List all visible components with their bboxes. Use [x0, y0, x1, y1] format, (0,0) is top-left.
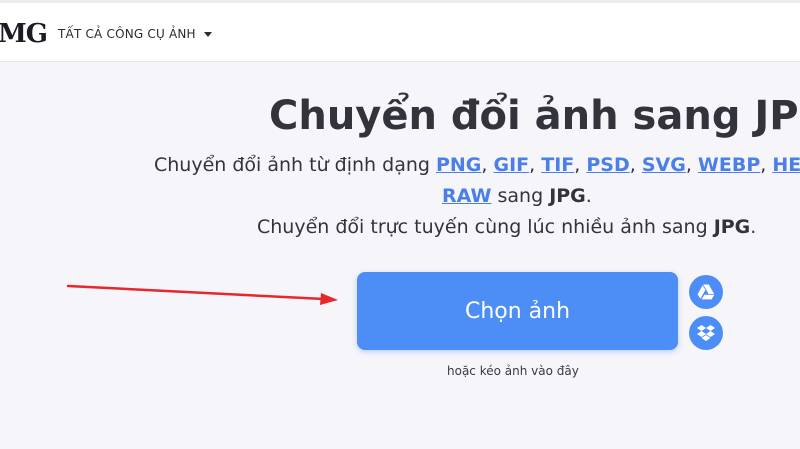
- format-link-raw[interactable]: RAW: [442, 185, 491, 207]
- dropbox-button[interactable]: [689, 316, 723, 350]
- description-prefix: Chuyển đổi ảnh từ định dạng: [154, 154, 436, 176]
- description-period: .: [585, 185, 592, 207]
- site-logo[interactable]: MG: [0, 21, 48, 47]
- format-link-webp[interactable]: WEBP: [698, 154, 760, 176]
- description-line-3: Chuyển đổi trực tuyến cùng lúc nhiều ảnh…: [257, 215, 756, 239]
- google-drive-icon: [697, 284, 715, 300]
- drag-drop-hint: hoặc kéo ảnh vào đây: [447, 364, 579, 378]
- caret-down-icon: [203, 31, 212, 37]
- format-link-heic[interactable]: HE: [772, 154, 800, 176]
- format-link-svg[interactable]: SVG: [642, 154, 686, 176]
- choose-image-button[interactable]: Chọn ảnh: [357, 272, 678, 350]
- top-navigation-bar: MG TẤT CẢ CÔNG CỤ ẢNH: [0, 0, 800, 62]
- dropbox-icon: [697, 324, 715, 341]
- format-link-psd[interactable]: PSD: [586, 154, 629, 176]
- all-tools-dropdown[interactable]: TẤT CẢ CÔNG CỤ ẢNH: [58, 27, 212, 41]
- google-drive-button[interactable]: [689, 275, 723, 309]
- description-line-1: Chuyển đổi ảnh từ định dạng PNG, GIF, TI…: [154, 154, 800, 176]
- description-line-2: RAW sang JPG.: [442, 184, 592, 208]
- target-format-jpg: JPG: [549, 185, 586, 207]
- page-title: Chuyển đổi ảnh sang JPG: [269, 93, 800, 139]
- format-link-gif[interactable]: GIF: [494, 154, 530, 176]
- target-format-jpg-2: JPG: [713, 216, 751, 238]
- batch-description-period: .: [750, 216, 757, 238]
- format-link-png[interactable]: PNG: [436, 154, 481, 176]
- format-link-tif[interactable]: TIF: [541, 154, 574, 176]
- description-middle: sang: [491, 185, 550, 207]
- all-tools-label: TẤT CẢ CÔNG CỤ ẢNH: [58, 27, 196, 41]
- batch-description: Chuyển đổi trực tuyến cùng lúc nhiều ảnh…: [257, 216, 714, 238]
